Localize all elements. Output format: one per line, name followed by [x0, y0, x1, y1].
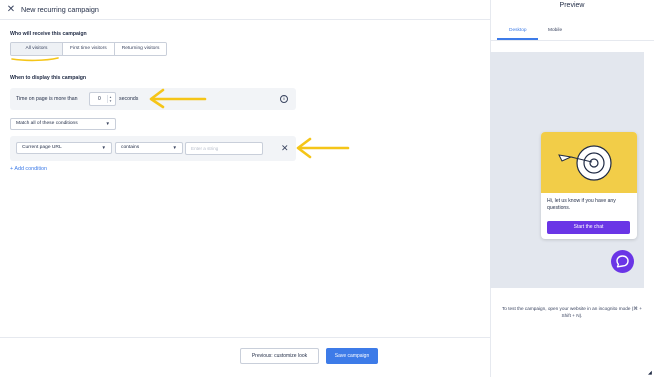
annotation-underline	[11, 57, 59, 62]
tabs-divider	[490, 40, 654, 41]
chat-launcher-button[interactable]	[611, 250, 634, 273]
page-title: New recurring campaign	[21, 5, 99, 14]
close-icon[interactable]: ✕	[4, 4, 18, 15]
condition-field-select[interactable]: Current page URL ▼	[16, 142, 112, 154]
time-on-page-prefix: Time on page is more than	[16, 96, 78, 102]
condition-operator-select[interactable]: contains ▼	[115, 142, 183, 154]
audience-option-returning[interactable]: Returning visitors	[114, 43, 167, 55]
tab-mobile[interactable]: Mobile	[548, 28, 562, 33]
audience-section-label: Who will receive this campaign	[10, 31, 87, 37]
time-on-page-value: 0	[98, 96, 101, 102]
time-on-page-suffix: seconds	[119, 96, 139, 102]
condition-operator-value: contains	[121, 145, 140, 150]
stepper-icon[interactable]: ▲ ▼	[107, 95, 113, 103]
top-bar: ✕ New recurring campaign	[0, 0, 490, 20]
audience-option-first-time[interactable]: First time visitors	[63, 43, 115, 55]
chat-message: Hi, let us know if you have any question…	[547, 198, 616, 211]
time-on-page-input[interactable]: 0 ▲ ▼	[89, 92, 116, 106]
resize-corner-icon: ◢	[648, 370, 652, 376]
match-conditions-select[interactable]: Match all of these conditions ▼	[10, 118, 116, 130]
chat-header	[541, 132, 637, 193]
chat-widget-card: Hi, let us know if you have any question…	[541, 132, 637, 239]
test-instructions: To test the campaign, open your website …	[501, 306, 643, 318]
save-campaign-button[interactable]: Save campaign	[326, 348, 378, 364]
active-tab-indicator	[497, 38, 538, 40]
chevron-down-icon: ▼	[105, 121, 110, 126]
target-dart-icon	[558, 145, 612, 181]
add-condition-link[interactable]: + Add condition	[10, 166, 47, 172]
annotation-arrow	[296, 137, 350, 159]
info-icon[interactable]: i	[280, 95, 288, 103]
tab-desktop[interactable]: Desktop	[509, 28, 527, 33]
condition-value-input[interactable]: Enter a string	[185, 142, 263, 155]
start-chat-button[interactable]: Start the chat	[547, 221, 630, 234]
condition-field-value: Current page URL	[22, 145, 62, 150]
chevron-down-icon: ▼	[101, 145, 106, 150]
remove-condition-icon[interactable]: ✕	[281, 143, 289, 154]
match-conditions-value: Match all of these conditions	[16, 121, 78, 126]
audience-option-all-visitors[interactable]: All visitors	[11, 43, 63, 55]
display-section-label: When to display this campaign	[10, 75, 87, 81]
previous-button[interactable]: Previous: customize look	[240, 348, 319, 364]
chat-bubble-icon	[616, 255, 629, 268]
annotation-arrow	[149, 88, 207, 109]
chevron-down-icon: ▼	[172, 145, 177, 150]
preview-title: Preview	[559, 2, 585, 9]
audience-segmented-control: All visitors First time visitors Returni…	[10, 42, 168, 56]
